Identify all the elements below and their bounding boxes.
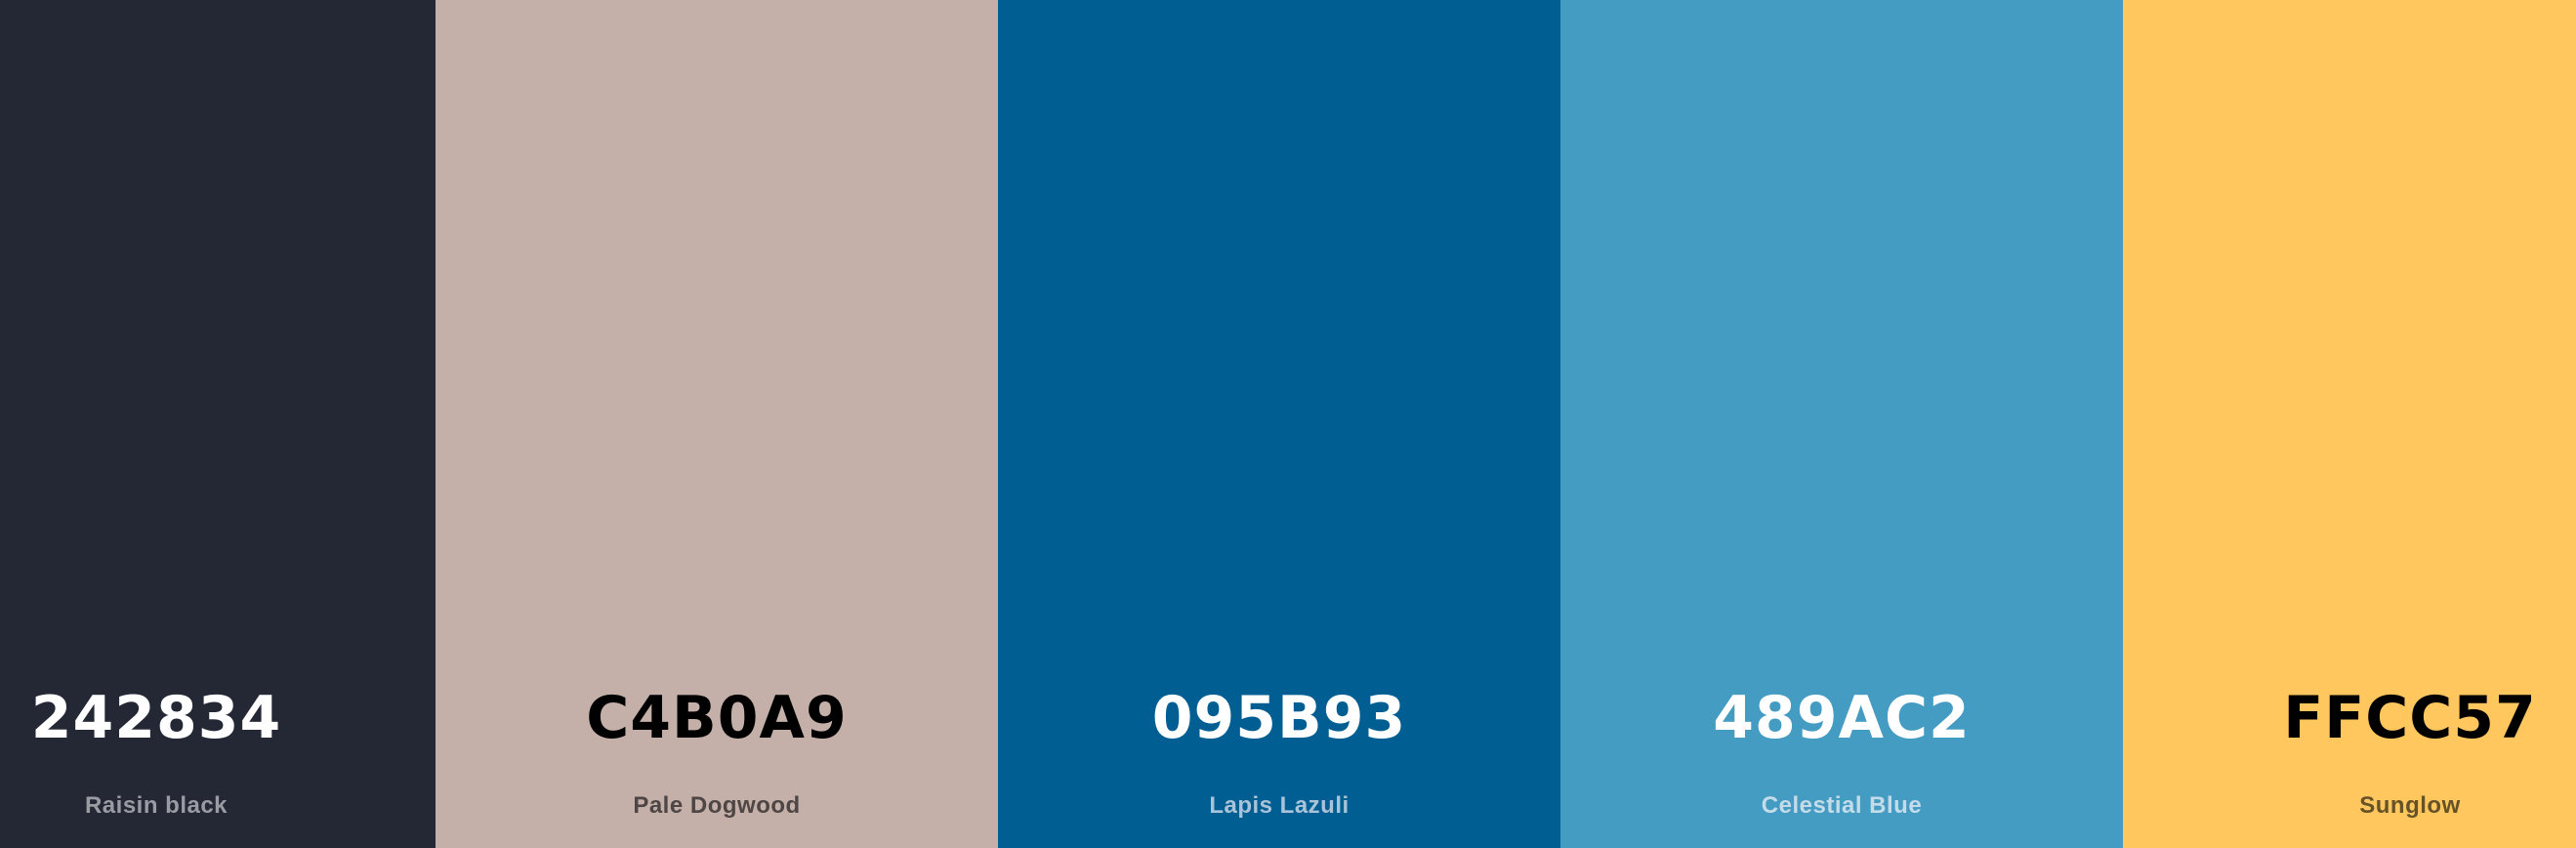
swatch-sunglow[interactable]: FFCC57 Sunglow xyxy=(2123,0,2576,848)
swatch-raisin-black[interactable]: 242834 Raisin black xyxy=(0,0,436,848)
swatch-color-name: Sunglow xyxy=(2359,792,2461,819)
swatch-color-name: Pale Dogwood xyxy=(633,792,801,819)
swatch-color-name: Lapis Lazuli xyxy=(1209,792,1350,819)
swatch-hex-code[interactable]: C4B0A9 xyxy=(436,674,998,762)
swatch-hex-code[interactable]: 095B93 xyxy=(998,674,1560,762)
swatch-hex-code[interactable]: 489AC2 xyxy=(1560,674,2123,762)
swatch-color-name: Raisin black xyxy=(84,792,229,819)
swatch-celestial-blue[interactable]: 489AC2 Celestial Blue xyxy=(1560,0,2123,848)
swatch-lapis-lazuli[interactable]: 095B93 Lapis Lazuli xyxy=(998,0,1560,848)
swatch-pale-dogwood[interactable]: C4B0A9 Pale Dogwood xyxy=(436,0,998,848)
color-palette: 242834 Raisin black C4B0A9 Pale Dogwood … xyxy=(0,0,2576,848)
swatch-hex-code[interactable]: 242834 xyxy=(0,674,312,762)
swatch-color-name: Celestial Blue xyxy=(1761,792,1923,819)
swatch-hex-code[interactable]: FFCC57 xyxy=(2127,674,2576,762)
